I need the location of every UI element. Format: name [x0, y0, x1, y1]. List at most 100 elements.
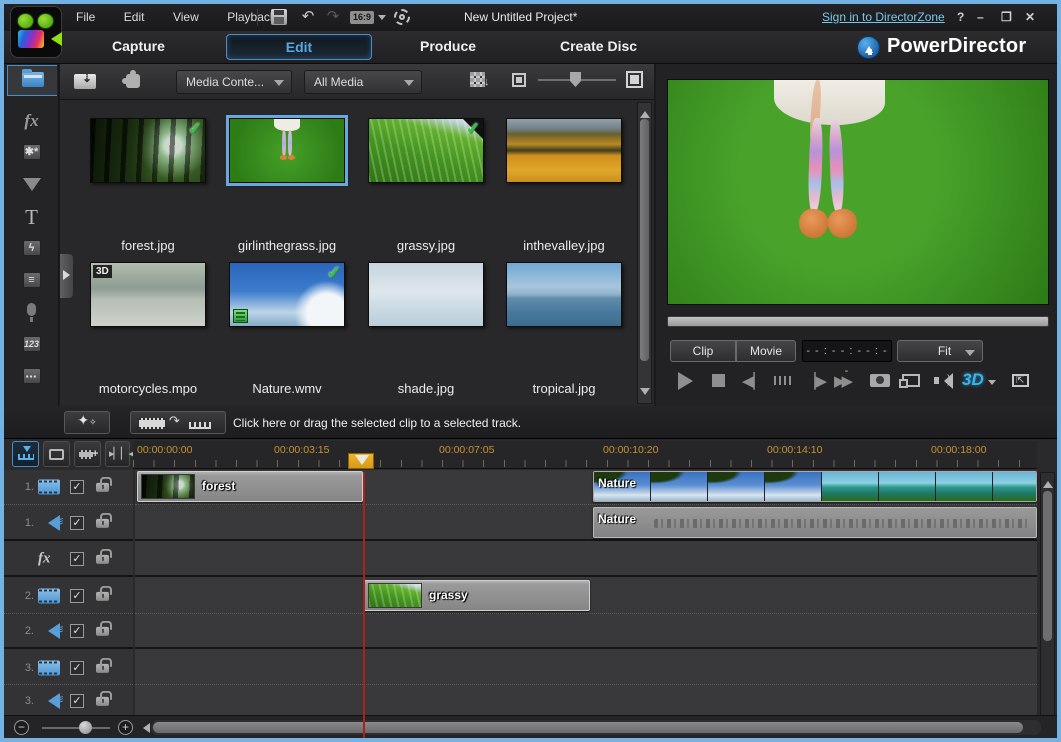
fast-forward-icon[interactable]: ▶▶	[834, 372, 849, 390]
track-enable-checkbox[interactable]: ✓	[70, 516, 84, 530]
library-scrollbar-thumb[interactable]	[640, 119, 649, 361]
track-enable-checkbox[interactable]: ✓	[70, 552, 84, 566]
sidebar-item-voiceover-room[interactable]	[4, 298, 59, 328]
magic-tools-button[interactable]: ✦✧	[64, 411, 110, 434]
timeline-vertical-scrollbar[interactable]	[1040, 472, 1055, 738]
track-lock-icon[interactable]	[96, 483, 109, 492]
playhead-line[interactable]	[363, 472, 365, 738]
track-enable-checkbox[interactable]: ✓	[70, 694, 84, 708]
snapshot-camera-icon[interactable]	[870, 374, 890, 387]
download-plugins-button[interactable]	[122, 70, 144, 92]
menu-file[interactable]: File	[64, 4, 107, 31]
zoom-out-thumbnails-icon[interactable]	[512, 73, 526, 87]
minimize-button[interactable]: –	[970, 4, 991, 30]
settings-gear-icon[interactable]	[394, 9, 410, 25]
sidebar-item-chapter-room[interactable]: 123	[4, 330, 59, 360]
play-icon[interactable]	[678, 372, 702, 390]
track-manager-button[interactable]: +	[74, 441, 101, 467]
track-enable-checkbox[interactable]: ✓	[70, 589, 84, 603]
track-lock-icon[interactable]	[96, 518, 109, 527]
sidebar-item-transition-room[interactable]: ϟ	[4, 234, 59, 264]
library-sort-button[interactable]: ↓	[470, 72, 492, 92]
sidebar-item-subtitle-room[interactable]: ▪▪▪	[4, 362, 59, 392]
track-lock-icon[interactable]	[96, 555, 109, 564]
timeline-view-button[interactable]	[12, 441, 39, 467]
media-content-dropdown[interactable]: Media Conte...	[176, 70, 292, 94]
next-frame-icon[interactable]: ▕▶	[804, 372, 827, 390]
preview-seek-bar[interactable]	[667, 316, 1049, 327]
stop-icon[interactable]	[712, 372, 725, 387]
library-flyout-handle[interactable]	[60, 254, 73, 298]
storyboard-view-button[interactable]	[43, 441, 70, 467]
scroll-down-icon[interactable]	[640, 388, 650, 400]
movie-mode-button[interactable]: Movie	[736, 340, 796, 362]
media-thumbnail-shade[interactable]	[368, 262, 484, 327]
media-thumbnail-tropical[interactable]	[506, 262, 622, 327]
timecode-display[interactable]: - - : - - : - - : - -	[802, 340, 892, 362]
sidebar-item-title-room[interactable]: T	[4, 202, 59, 232]
track-lock-icon[interactable]	[96, 696, 109, 705]
track-lane-audio-3[interactable]	[135, 686, 1037, 715]
media-thumbnail-inthevalley[interactable]	[506, 118, 622, 183]
scroll-up-icon[interactable]	[1043, 476, 1053, 488]
sidebar-item-particle-room[interactable]	[4, 170, 59, 200]
timeline-zoom-slider-handle[interactable]	[79, 721, 92, 734]
import-media-button[interactable]: ⇣	[74, 71, 98, 91]
library-scrollbar[interactable]	[637, 102, 652, 404]
track-enable-checkbox[interactable]: ✓	[70, 661, 84, 675]
clip-mode-button[interactable]: Clip	[670, 340, 736, 362]
tab-produce[interactable]: Produce	[420, 31, 476, 61]
insert-to-timeline-button[interactable]: ↷	[130, 411, 226, 434]
timeline-zoom-slider[interactable]	[42, 727, 110, 729]
aspect-ratio-badge[interactable]: 16:9	[350, 11, 374, 24]
track-lock-icon[interactable]	[96, 627, 109, 636]
media-thumbnail-nature[interactable]: ✓	[229, 262, 345, 327]
sidebar-item-media-room[interactable]	[7, 65, 57, 96]
3d-caret-icon[interactable]	[988, 380, 996, 389]
media-thumbnail-girlinthegrass[interactable]	[229, 118, 345, 183]
track-lane-fx[interactable]	[135, 543, 1037, 577]
track-lane-audio-2[interactable]	[135, 615, 1037, 649]
fit-dropdown[interactable]: Fit	[897, 340, 983, 362]
clip-nature-audio[interactable]: Nature	[593, 507, 1037, 538]
help-button[interactable]: ?	[950, 4, 971, 30]
sidebar-item-effect-room[interactable]: fx	[4, 106, 59, 136]
sidebar-item-audio-mixing-room[interactable]: ≡	[4, 266, 59, 296]
tab-capture[interactable]: Capture	[112, 31, 165, 61]
aspect-ratio-caret-icon[interactable]	[378, 15, 386, 24]
zoom-in-thumbnails-icon[interactable]	[626, 71, 643, 88]
maximize-button[interactable]: ❒	[994, 4, 1019, 30]
playhead-marker[interactable]	[348, 453, 374, 469]
snap-toggle-button[interactable]: ▸▏▏◂	[105, 441, 130, 467]
media-thumbnail-forest[interactable]: ✓	[90, 118, 206, 183]
trim-icon[interactable]	[774, 376, 792, 385]
track-lock-icon[interactable]	[96, 592, 109, 601]
clip-nature-video[interactable]: Nature	[593, 471, 1037, 502]
undock-preview-icon[interactable]: ⇱	[1012, 374, 1029, 387]
3d-toggle[interactable]: 3D	[962, 370, 984, 390]
menu-edit[interactable]: Edit	[112, 4, 157, 31]
track-lane-video-3[interactable]	[135, 651, 1037, 685]
undo-icon[interactable]: ↶	[297, 4, 319, 30]
timeline-zoom-out-button[interactable]: −	[14, 720, 29, 735]
sidebar-item-pip-objects-room[interactable]: ✱*	[4, 138, 59, 168]
timeline-ruler[interactable]: 00:00:00:00 00:00:03:15 00:00:07:05 00:0…	[133, 441, 1037, 469]
track-content-area[interactable]: forest Nature Nature grassy	[135, 470, 1037, 738]
timeline-hint-text[interactable]: Click here or drag the selected clip to …	[233, 416, 521, 430]
timeline-horizontal-scrollbar[interactable]	[151, 720, 1041, 735]
timeline-zoom-in-button[interactable]: +	[118, 720, 133, 735]
dual-preview-icon[interactable]	[902, 374, 920, 387]
clip-grassy[interactable]: grassy	[364, 580, 590, 611]
tab-edit[interactable]: Edit	[226, 34, 372, 60]
close-button[interactable]: ✕	[1018, 4, 1042, 30]
timeline-vscrollbar-thumb[interactable]	[1043, 491, 1052, 641]
save-icon[interactable]	[271, 9, 287, 25]
media-thumbnail-grassy[interactable]: ✓	[368, 118, 484, 183]
scroll-up-icon[interactable]	[640, 106, 650, 118]
timeline-hscrollbar-thumb[interactable]	[153, 722, 1023, 733]
redo-icon[interactable]: ↷	[322, 4, 344, 30]
tab-create-disc[interactable]: Create Disc	[560, 31, 637, 61]
previous-frame-icon[interactable]: ◀▏	[742, 372, 765, 390]
media-thumbnail-motorcycles[interactable]: 3D	[90, 262, 206, 327]
thumbnail-size-slider-handle[interactable]	[570, 72, 581, 87]
